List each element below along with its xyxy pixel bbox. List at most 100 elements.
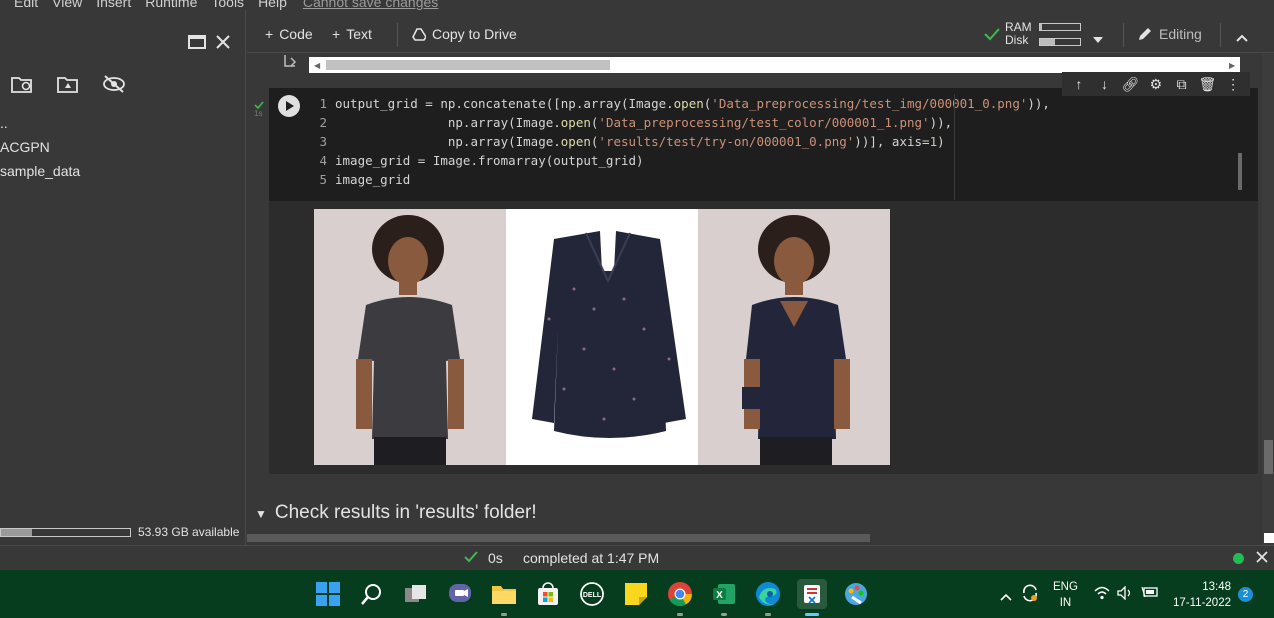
exec-time: 1s	[254, 109, 263, 118]
snipping-tool-icon[interactable]	[797, 579, 827, 609]
disk-storage-bar	[0, 528, 131, 537]
menu-bar: Edit View Insert Runtime Tools Help Cann…	[0, 0, 1274, 10]
section-title-text: Check results in 'results' folder!	[274, 502, 537, 523]
move-up-icon[interactable]: ↑	[1068, 76, 1090, 92]
code-token: 1	[929, 134, 938, 149]
microsoft-store-icon[interactable]	[535, 581, 561, 607]
menu-insert[interactable]: Insert	[96, 0, 131, 10]
add-text-label: Text	[346, 26, 372, 42]
notification-badge[interactable]: 2	[1238, 587, 1253, 602]
person-image	[314, 209, 506, 465]
teams-chat-icon[interactable]	[447, 581, 473, 607]
clock-time: 13:48	[1202, 581, 1231, 593]
code-editor[interactable]: 1 output_grid = np.concatenate([np.array(…	[309, 94, 1255, 189]
hide-files-icon[interactable]	[102, 72, 126, 96]
file-item-sample-data[interactable]: sample_data	[0, 163, 80, 179]
add-code-button[interactable]: + Code	[265, 26, 313, 42]
vertical-scroll-thumb[interactable]	[1264, 440, 1273, 474]
close-icon[interactable]	[211, 30, 235, 54]
excel-icon[interactable]: X	[711, 581, 737, 607]
code-token: )	[937, 134, 945, 149]
file-item-acgpn[interactable]: ACGPN	[0, 139, 50, 155]
sticky-notes-icon[interactable]	[623, 581, 649, 607]
maximize-icon[interactable]	[185, 30, 209, 54]
more-vert-icon[interactable]: ⋮	[1222, 76, 1244, 93]
disk-label: Disk	[1005, 33, 1029, 47]
menu-runtime[interactable]: Runtime	[145, 0, 197, 10]
task-view-icon[interactable]	[403, 581, 429, 607]
edge-icon[interactable]	[755, 581, 781, 607]
refresh-folder-icon[interactable]	[10, 72, 34, 96]
code-line[interactable]: 4 image_grid = Image.fromarray(output_gri…	[309, 151, 1255, 170]
section-heading[interactable]: ▼ Check results in 'results' folder!	[255, 502, 537, 524]
line-number: 1	[319, 96, 327, 111]
paint-app-icon[interactable]	[843, 581, 869, 607]
close-status-icon[interactable]	[1256, 550, 1268, 566]
code-token: 'Data_preprocessing/test_color/000001_1.…	[598, 115, 930, 130]
code-token: open	[560, 134, 591, 149]
sync-icon[interactable]	[1021, 584, 1039, 607]
code-line[interactable]: 5 image_grid	[309, 170, 1255, 189]
ram-meter	[1039, 23, 1081, 31]
file-sidebar: .. ACGPN sample_data 53.93 GB available	[0, 10, 246, 545]
code-token: image_grid	[335, 172, 411, 187]
svg-text:X: X	[716, 590, 723, 601]
volume-icon[interactable]	[1117, 585, 1133, 605]
menu-tools[interactable]: Tools	[211, 0, 244, 10]
menu-help[interactable]: Help	[258, 0, 287, 10]
language-indicator[interactable]: ENG IN	[1053, 579, 1078, 611]
code-token: np.array(Image.	[335, 115, 561, 130]
collapse-caret-icon[interactable]: ▼	[255, 507, 267, 521]
editing-mode-button[interactable]: Editing	[1137, 26, 1202, 42]
add-text-button[interactable]: + Text	[332, 26, 372, 42]
cannot-save-link[interactable]: Cannot save changes	[303, 0, 438, 10]
notebook-toolbar: + Code + Text Copy to Drive RAM Disk Editi…	[247, 17, 1274, 53]
line-number: 2	[319, 115, 327, 130]
scroll-left-icon[interactable]: ◀	[314, 61, 320, 70]
plus-icon: +	[332, 26, 341, 42]
collapse-header-icon[interactable]	[1236, 29, 1248, 47]
line-number: 4	[319, 153, 327, 168]
notebook-horizontal-scrollbar[interactable]	[247, 534, 870, 542]
copy-to-drive-button[interactable]: Copy to Drive	[412, 26, 517, 42]
move-down-icon[interactable]: ↓	[1094, 76, 1116, 92]
plus-icon: +	[265, 26, 274, 42]
add-code-label: Code	[279, 26, 313, 42]
storage-used-fill	[1, 529, 32, 536]
menu-edit[interactable]: Edit	[14, 0, 38, 10]
search-icon[interactable]	[359, 581, 385, 607]
system-clock[interactable]: 13:48 17-11-2022	[1173, 579, 1231, 611]
battery-icon[interactable]	[1141, 585, 1159, 604]
toolbar-divider	[1123, 23, 1124, 47]
chrome-icon[interactable]	[667, 581, 693, 607]
scroll-right-icon[interactable]: ▶	[1229, 61, 1235, 70]
code-line[interactable]: 3 np.array(Image.open('results/test/try-…	[309, 132, 1255, 151]
resource-labels[interactable]: RAM Disk	[1005, 21, 1032, 47]
resources-dropdown-icon[interactable]	[1093, 30, 1103, 48]
file-item-parent[interactable]: ..	[0, 115, 8, 131]
line-number: 5	[319, 172, 327, 187]
show-hidden-icons-chevron-icon[interactable]	[1000, 588, 1012, 606]
status-completed-text: completed at 1:47 PM	[523, 550, 660, 566]
code-line[interactable]: 1 output_grid = np.concatenate([np.array(…	[309, 94, 1255, 113]
dell-icon[interactable]: DELL	[579, 581, 605, 607]
running-indicator	[765, 613, 771, 616]
mirror-cell-icon[interactable]: ⧉	[1171, 76, 1193, 93]
scrollbar-thumb[interactable]	[326, 60, 610, 70]
link-icon[interactable]: 🔗︎	[1119, 76, 1141, 93]
code-line[interactable]: 2 np.array(Image.open('Data_preprocessin…	[309, 113, 1255, 132]
menu-view[interactable]: View	[52, 0, 82, 10]
editor-scroll-thumb[interactable]	[1238, 153, 1242, 190]
code-token: image_grid = Image.fromarray(output_grid…	[335, 153, 644, 168]
code-token: open	[560, 115, 591, 130]
delete-trash-icon[interactable]: 🗑︎	[1196, 76, 1218, 93]
file-explorer-icon[interactable]	[491, 581, 517, 607]
code-token: open	[673, 96, 704, 111]
windows-start-icon[interactable]	[315, 581, 341, 607]
settings-gear-icon[interactable]: ⚙	[1145, 76, 1167, 93]
mount-drive-icon[interactable]	[56, 72, 80, 96]
status-exec-time: 0s	[488, 550, 503, 566]
run-cell-button[interactable]	[278, 95, 300, 117]
wifi-icon[interactable]	[1094, 586, 1110, 605]
toolbar-divider	[1220, 23, 1221, 47]
